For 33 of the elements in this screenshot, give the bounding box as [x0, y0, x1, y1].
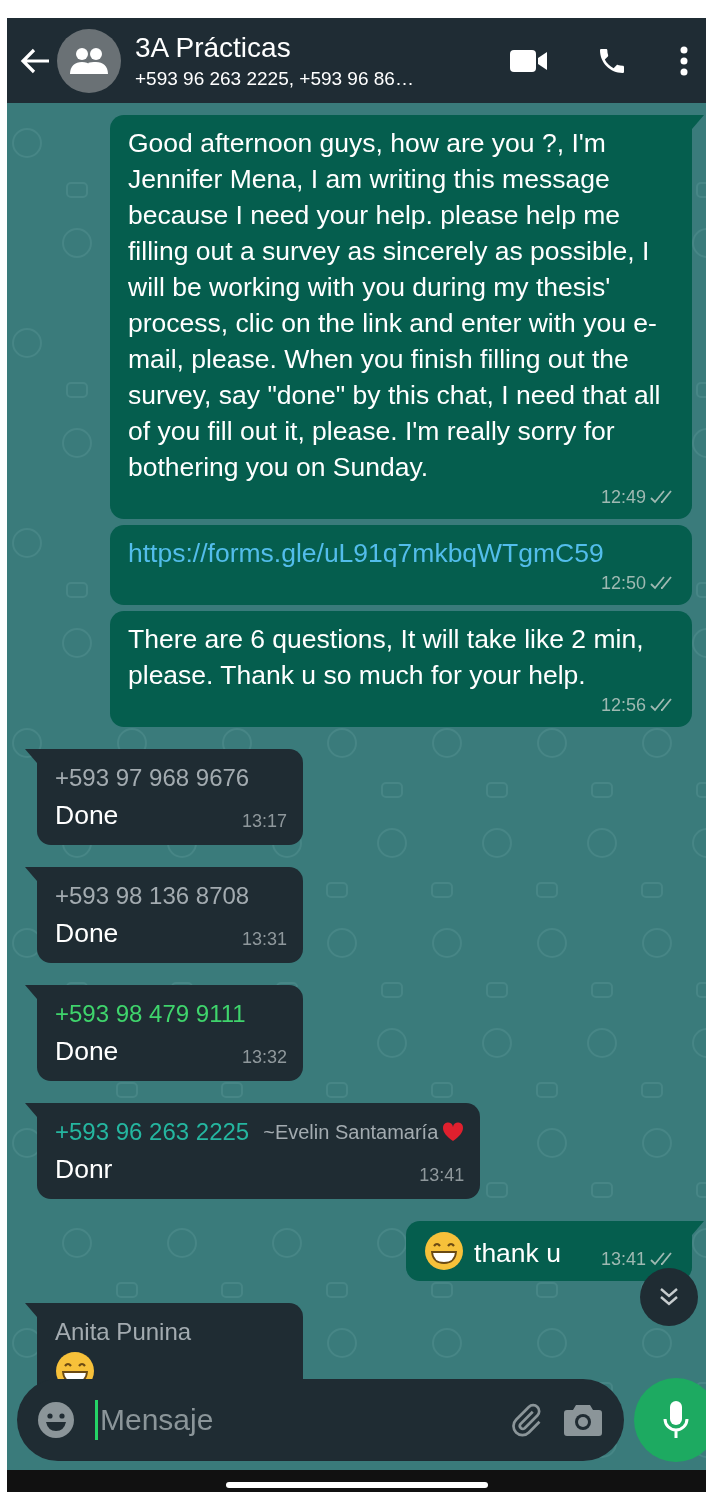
message-time: 12:50 [600, 572, 646, 595]
menu-icon[interactable] [680, 45, 688, 76]
message-composer[interactable]: Mensaje [17, 1379, 624, 1461]
group-name[interactable]: 3A Prácticas [135, 31, 462, 64]
survey-link[interactable]: https://forms.gle/uL91q7mkbqWTgmC59 [128, 535, 604, 571]
microphone-icon [663, 1400, 689, 1440]
message-time: 12:56 [600, 694, 646, 717]
sender-push-name: ~Evelin Santamaría [263, 1120, 439, 1145]
message-input-field[interactable]: Mensaje [98, 1402, 488, 1438]
message-text: thank u [474, 1237, 561, 1270]
back-arrow-icon[interactable] [19, 46, 51, 75]
participants-list: +593 96 263 2225, +593 96 86… [135, 67, 462, 90]
message-text: There are 6 questions, It will take like 2 min, please. Thank u so much for your help. [128, 623, 645, 692]
sender-name[interactable]: +593 98 479 9111 [55, 999, 246, 1029]
video-call-icon[interactable] [510, 48, 548, 73]
message-text: Good afternoon guys, how are you ?, I'm Jennifer Mena, I am writing this message because I need your help. please help me filling out a survey as sincerely as possible, I will be working with you during my thesis' process, clic on the link and enter with you e-mail, please. When you finish filling out the survey, say "done" by this chat, I need that all of you fill out it, please. I'm really sorry for bothering you on Sunday. [128, 127, 662, 484]
emoji-icon[interactable] [37, 1401, 75, 1439]
message-time: 13:32 [241, 1046, 287, 1069]
message-time: 12:49 [600, 486, 646, 509]
message-time: 13:41 [419, 1164, 465, 1187]
message-time: 13:41 [600, 1248, 646, 1271]
sender-name[interactable]: +593 97 968 9676 [55, 763, 250, 793]
camera-icon[interactable] [564, 1403, 602, 1437]
message-text: Done [55, 917, 119, 950]
sender-name[interactable]: +593 96 263 2225 [55, 1117, 250, 1147]
sender-name[interactable]: Anita Punina [55, 1317, 192, 1347]
message-text: Done [55, 1035, 119, 1068]
scroll-down-button[interactable] [640, 1268, 698, 1326]
sender-name[interactable]: +593 98 136 8708 [55, 881, 250, 911]
message-text: Done [55, 799, 119, 832]
message-time: 13:31 [241, 928, 287, 951]
message-text: Donr [55, 1153, 113, 1186]
message-time: 13:17 [241, 810, 287, 833]
